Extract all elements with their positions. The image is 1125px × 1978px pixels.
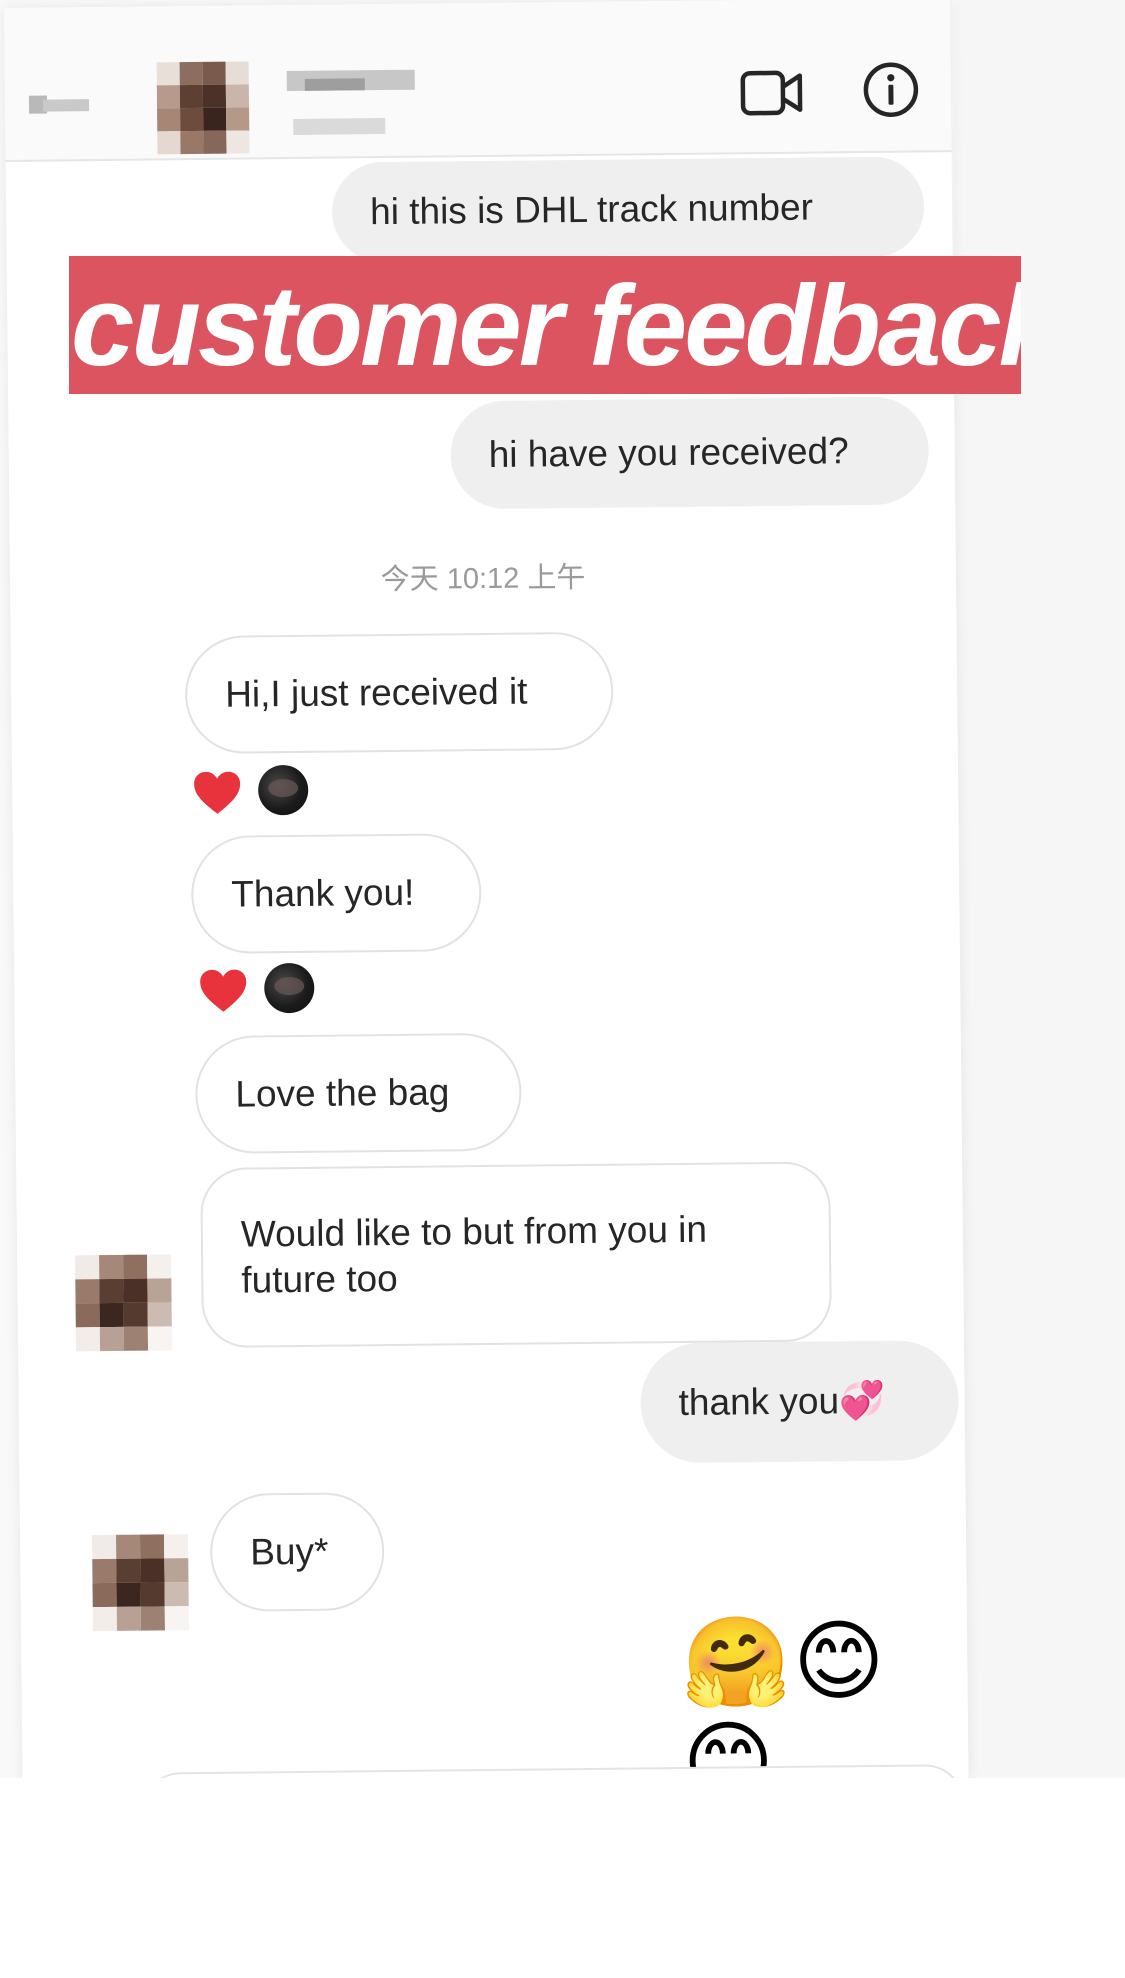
message-bubble-outgoing[interactable]: hi have you received?: [450, 396, 930, 510]
message-text: thank you💞: [678, 1379, 886, 1424]
message-text: Would like to but from you in future too: [240, 1208, 708, 1301]
message-text: Thank you!: [231, 871, 415, 915]
message-text: hi this is DHL track number: [369, 186, 814, 233]
chat-header: [4, 0, 952, 162]
reactor-avatar: [264, 962, 315, 1014]
sender-avatar[interactable]: [75, 1254, 173, 1352]
video-camera-icon: [740, 70, 803, 116]
customer-feedback-banner: customer feedback: [69, 256, 1021, 394]
message-text: Love the bag: [235, 1071, 450, 1115]
info-button[interactable]: [862, 60, 921, 119]
message-timestamp: 今天 10:12 上午: [380, 561, 586, 597]
message-bubble-outgoing[interactable]: thank you💞: [640, 1340, 960, 1464]
emoji-message[interactable]: 🤗😊😊: [681, 1609, 969, 1788]
message-bubble-outgoing[interactable]: hi this is DHL track number: [331, 156, 925, 263]
message-bubble-incoming[interactable]: Love the bag: [194, 1032, 522, 1155]
banner-title: customer feedback: [71, 263, 1021, 390]
info-icon: [863, 62, 919, 117]
message-bubble-incoming[interactable]: Hi,I just received it: [184, 631, 614, 755]
heart-icon: [200, 969, 247, 1012]
message-bubble-incoming[interactable]: Thank you!: [190, 833, 482, 955]
reactor-avatar: [257, 764, 309, 816]
back-button[interactable]: [28, 89, 93, 118]
message-text: hi have you received?: [488, 430, 849, 475]
message-bubble-incoming[interactable]: Buy*: [209, 1492, 385, 1612]
background-bottom: [0, 1778, 1125, 1978]
message-text: Buy*: [249, 1530, 329, 1573]
contact-avatar[interactable]: [156, 61, 250, 155]
message-text: Hi,I just received it: [224, 670, 528, 715]
video-call-button[interactable]: [740, 68, 805, 119]
message-bubble-incoming[interactable]: Would like to but from you in future too: [200, 1161, 833, 1348]
message-reaction[interactable]: [192, 764, 309, 818]
message-reaction[interactable]: [198, 962, 315, 1016]
heart-icon: [194, 771, 241, 814]
back-arrow-icon-shaft: [42, 99, 90, 112]
page: hi this is DHL track number hi have you …: [0, 0, 1125, 1978]
sender-avatar[interactable]: [91, 1534, 189, 1632]
